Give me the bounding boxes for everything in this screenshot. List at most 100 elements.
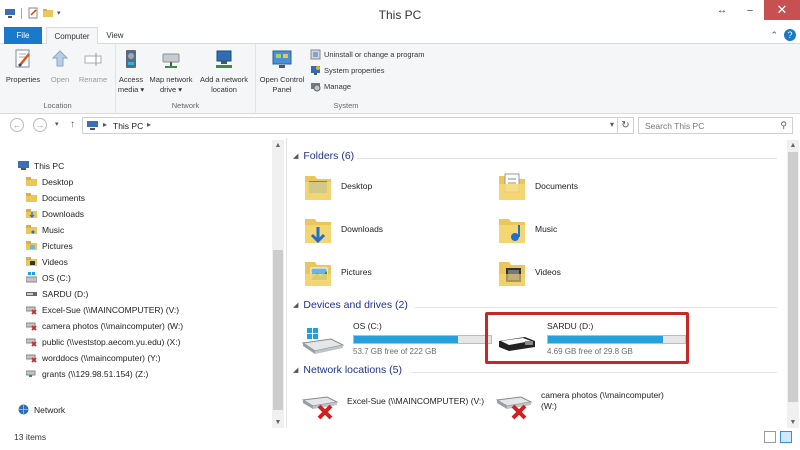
- properties-icon: [15, 49, 30, 68]
- scrollbar-thumb[interactable]: [788, 152, 798, 402]
- search-input[interactable]: Search This PC ⚲: [638, 117, 793, 134]
- scrollbar-thumb[interactable]: [273, 250, 283, 410]
- title-bar: ▾ This PC ↔ – ✕: [0, 0, 800, 27]
- downloads-folder-icon: [305, 219, 331, 244]
- access-media-button[interactable]: Access media ▾: [116, 48, 146, 95]
- back-button[interactable]: ←: [10, 118, 24, 132]
- help-icon[interactable]: ?: [784, 29, 796, 41]
- folder-tile-pictures[interactable]: Pictures: [303, 256, 372, 288]
- open-control-panel-button[interactable]: Open Control Panel: [256, 48, 308, 95]
- nav-item-label: public (\\veststop.aecom.yu.edu) (X:): [42, 336, 181, 347]
- nav-item-sardu-d[interactable]: SARDU (D:): [26, 288, 88, 299]
- address-bar[interactable]: ▸ This PC ▸ ▾: [82, 117, 619, 134]
- network-location-excel-sue-v[interactable]: Excel-Sue (\\MAINCOMPUTER) (V:): [301, 390, 491, 422]
- nav-item-network[interactable]: Network: [18, 404, 65, 415]
- add-network-location-button[interactable]: Add a network location: [196, 48, 252, 95]
- breadcrumb-separator-icon[interactable]: ▸: [147, 120, 151, 129]
- collapse-ribbon-icon[interactable]: ⌃: [770, 30, 778, 41]
- minimize-button[interactable]: –: [736, 0, 764, 20]
- tab-view[interactable]: View: [100, 27, 130, 44]
- breadcrumb-separator-icon[interactable]: ▸: [103, 120, 107, 129]
- forward-button[interactable]: →: [33, 118, 47, 132]
- disconnected-network-drive-icon: [26, 338, 37, 347]
- folder-icon: [26, 177, 37, 186]
- nav-item-downloads[interactable]: Downloads: [26, 208, 84, 219]
- nav-item-label: Downloads: [42, 208, 85, 219]
- details-view-button[interactable]: [764, 431, 776, 443]
- nav-item-excel-sue-v[interactable]: Excel-Sue (\\MAINCOMPUTER) (V:): [26, 304, 179, 315]
- folder-tile-downloads[interactable]: Downloads: [303, 213, 383, 245]
- this-pc-icon: [18, 161, 29, 170]
- folder-label: Downloads: [341, 224, 384, 234]
- drive-name: OS (C:): [353, 321, 382, 331]
- collapse-section-icon[interactable]: ◢: [293, 301, 298, 309]
- tab-file[interactable]: File: [4, 27, 42, 44]
- content-pane: ◢ Folders (6) Desktop Documents Download…: [287, 138, 787, 428]
- scroll-down-icon[interactable]: ▼: [272, 419, 284, 426]
- recent-locations-icon[interactable]: ▾: [55, 120, 59, 128]
- map-network-drive-button[interactable]: Map network drive ▾: [146, 48, 196, 95]
- nav-item-grants-z[interactable]: grants (\\129.98.51.154) (Z:): [26, 368, 148, 379]
- scroll-up-icon[interactable]: ▲: [272, 142, 284, 149]
- folder-label: Documents: [535, 181, 578, 191]
- nav-item-os-c[interactable]: OS (C:): [26, 272, 71, 283]
- nav-item-pictures[interactable]: Pictures: [26, 240, 73, 251]
- network-location-label: camera photos (\\maincomputer) (W:): [541, 390, 664, 411]
- breadcrumb-this-pc[interactable]: This PC: [113, 121, 143, 131]
- network-location-camera-photos-w[interactable]: camera photos (\\maincomputer) (W:): [495, 390, 695, 422]
- open-button[interactable]: Open: [46, 48, 74, 85]
- nav-pane-scrollbar[interactable]: ▲ ▼: [272, 140, 284, 428]
- drive-usage-fill: [354, 336, 459, 343]
- nav-item-label: worddocs (\\maincomputer) (Y:): [42, 352, 161, 363]
- folder-icon: [26, 209, 37, 218]
- uninstall-program-button[interactable]: Uninstall or change a program: [310, 49, 424, 60]
- tab-computer[interactable]: Computer: [46, 27, 98, 45]
- folders-section-header[interactable]: ◢ Folders (6): [293, 150, 354, 162]
- close-button[interactable]: ✕: [764, 0, 800, 20]
- section-divider: [357, 158, 777, 159]
- section-divider: [411, 372, 777, 373]
- collapse-section-icon[interactable]: ◢: [293, 152, 298, 160]
- location-group-label: Location: [43, 101, 72, 110]
- nav-item-worddocs-y[interactable]: worddocs (\\maincomputer) (Y:): [26, 352, 161, 363]
- refresh-button[interactable]: ↻: [617, 117, 634, 134]
- drive-usage-bar: [547, 335, 686, 344]
- ribbon-tabs: File Computer View: [0, 27, 800, 45]
- restore-button[interactable]: ↔: [708, 0, 736, 20]
- drive-tile-os-c[interactable]: OS (C:) 53.7 GB free of 222 GB: [301, 321, 492, 361]
- nav-item-label: Music: [42, 224, 65, 235]
- devices-section-header[interactable]: ◢ Devices and drives (2): [293, 299, 408, 311]
- up-button[interactable]: ↑: [70, 119, 75, 130]
- folder-icon: [26, 257, 37, 266]
- folder-tile-videos[interactable]: Videos: [497, 256, 561, 288]
- properties-button[interactable]: Properties: [4, 48, 42, 85]
- system-group: Open Control Panel Uninstall or change a …: [256, 44, 436, 114]
- tiles-view-button[interactable]: [780, 431, 792, 443]
- uninstall-icon: [310, 49, 321, 60]
- section-divider: [415, 307, 777, 308]
- nav-item-public-x[interactable]: public (\\veststop.aecom.yu.edu) (X:): [26, 336, 180, 347]
- scroll-down-icon[interactable]: ▼: [787, 419, 799, 426]
- collapse-section-icon[interactable]: ◢: [293, 366, 298, 374]
- network-section-header[interactable]: ◢ Network locations (5): [293, 364, 402, 376]
- folder-tile-music[interactable]: Music: [497, 213, 557, 245]
- folder-tile-desktop[interactable]: Desktop: [303, 170, 372, 202]
- folder-icon: [26, 241, 37, 250]
- nav-item-desktop[interactable]: Desktop: [26, 176, 73, 187]
- nav-item-camera-photos-w[interactable]: camera photos (\\maincomputer) (W:): [26, 320, 183, 331]
- search-icon[interactable]: ⚲: [780, 120, 787, 131]
- nav-item-music[interactable]: Music: [26, 224, 64, 235]
- content-scrollbar[interactable]: ▲ ▼: [787, 140, 799, 428]
- system-properties-button[interactable]: System properties: [310, 65, 384, 76]
- map-drive-icon: [162, 53, 180, 68]
- drive-tile-sardu-d[interactable]: SARDU (D:) 4.69 GB free of 29.8 GB: [495, 321, 686, 361]
- rename-button[interactable]: Rename: [76, 48, 110, 85]
- manage-button[interactable]: Manage: [310, 81, 351, 92]
- nav-item-documents[interactable]: Documents: [26, 192, 85, 203]
- folder-tile-documents[interactable]: Documents: [497, 170, 578, 202]
- nav-item-label: Network: [34, 404, 66, 415]
- address-history-dropdown-icon[interactable]: ▾: [610, 120, 614, 129]
- scroll-up-icon[interactable]: ▲: [787, 142, 799, 149]
- nav-item-videos[interactable]: Videos: [26, 256, 68, 267]
- nav-item-this-pc[interactable]: This PC: [18, 160, 64, 171]
